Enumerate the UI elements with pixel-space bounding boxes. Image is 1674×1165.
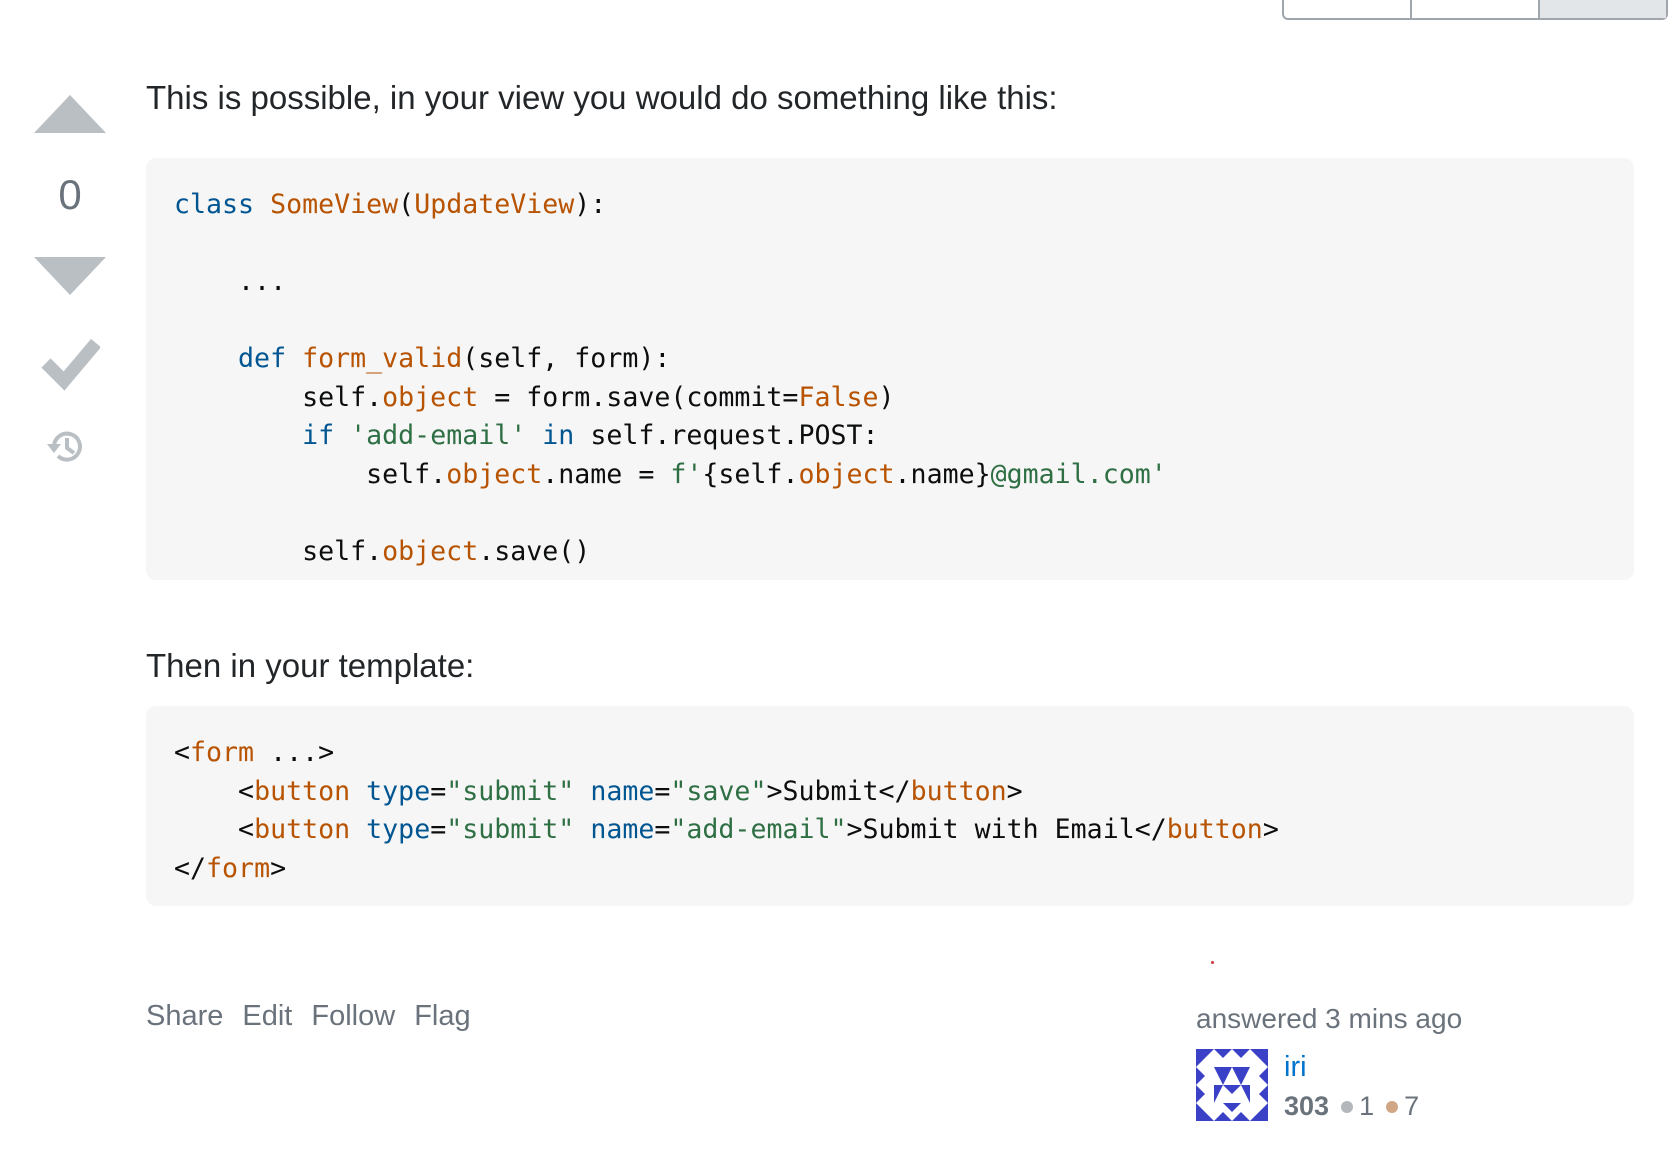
reputation-score: 303: [1284, 1091, 1330, 1121]
user-avatar-identicon[interactable]: [1196, 1049, 1268, 1121]
red-dot-marker: [1211, 961, 1214, 964]
history-icon[interactable]: [44, 425, 88, 469]
bronze-badge-icon: [1386, 1100, 1399, 1113]
bronze-badge-count: 7: [1404, 1091, 1420, 1121]
top-button-group: [1282, 0, 1668, 20]
share-link[interactable]: Share: [146, 1000, 223, 1033]
follow-link[interactable]: Follow: [311, 1000, 395, 1033]
top-button-2[interactable]: [1412, 0, 1540, 18]
username-link[interactable]: iri: [1284, 1051, 1307, 1084]
top-button-3[interactable]: [1540, 0, 1666, 18]
html-code: <form ...> <button type="submit" name="s…: [174, 737, 1279, 884]
template-intro-text: Then in your template:: [146, 647, 475, 684]
user-card: iri 303 1 7: [1196, 1049, 1496, 1129]
upvote-arrow-icon[interactable]: [34, 95, 106, 133]
answer-intro-text: This is possible, in your view you would…: [146, 79, 1058, 116]
post-menu: Share Edit Follow Flag: [146, 1000, 471, 1033]
top-button-1[interactable]: [1284, 0, 1412, 18]
vote-count: 0: [58, 171, 82, 218]
silver-badge-icon: [1341, 1100, 1354, 1113]
user-signature: answered 3 mins ago iri 303 1 7: [1196, 1003, 1463, 1121]
python-code-block: class SomeView(UpdateView): ... def form…: [146, 158, 1634, 580]
flag-link[interactable]: Flag: [414, 1000, 470, 1033]
answered-time: answered 3 mins ago: [1196, 1003, 1463, 1034]
python-code: class SomeView(UpdateView): ... def form…: [174, 189, 1167, 567]
edit-link[interactable]: Edit: [242, 1000, 292, 1033]
reputation-info: 303 1 7: [1284, 1091, 1419, 1122]
html-code-block: <form ...> <button type="submit" name="s…: [146, 706, 1634, 906]
accept-checkmark-icon[interactable]: [40, 335, 100, 391]
downvote-arrow-icon[interactable]: [34, 257, 106, 295]
silver-badge-count: 1: [1359, 1091, 1375, 1121]
